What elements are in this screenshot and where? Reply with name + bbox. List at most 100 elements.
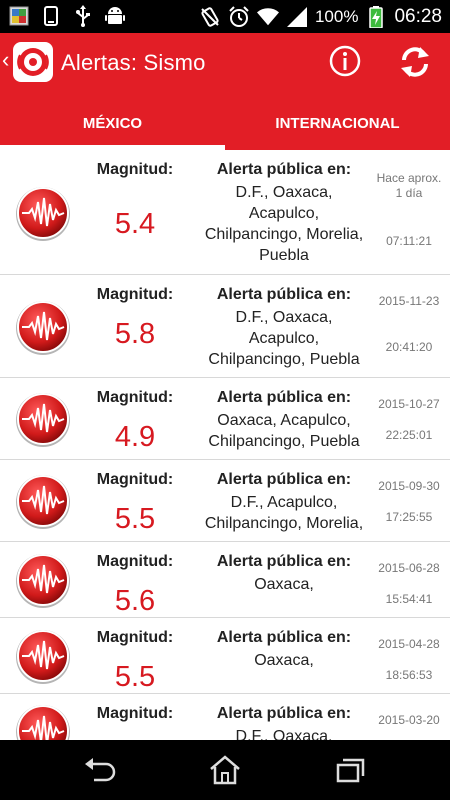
magnitude-label: Magnitud: bbox=[96, 286, 174, 303]
alert-time: 17:25:55 bbox=[385, 510, 433, 524]
alert-place-line: Chilpancingo, Puebla bbox=[208, 433, 360, 450]
alert-place-line: D.F., Oaxaca, bbox=[235, 728, 333, 740]
alert-date: 2015-09-30 bbox=[378, 479, 440, 493]
nav-back-button[interactable] bbox=[82, 754, 118, 786]
phone-icon bbox=[40, 5, 62, 27]
alert-place-line: D.F., Oaxaca, bbox=[235, 184, 333, 201]
alert-list[interactable]: Magnitud: 5.4 Alerta pública en: D.F., Oaxa… bbox=[0, 150, 450, 740]
alert-date: 2015-11-23 bbox=[378, 294, 440, 308]
nav-recents-button[interactable] bbox=[333, 754, 369, 786]
tab-bar: MÉXICO INTERNACIONAL bbox=[0, 95, 450, 150]
alert-place-line: Chilpancingo, Puebla bbox=[208, 351, 360, 368]
navigation-bar bbox=[0, 740, 450, 800]
alert-time: 20:41:20 bbox=[385, 340, 433, 354]
alert-places: Oaxaca, Acapulco, Chilpancingo, Puebla bbox=[190, 410, 378, 452]
alert-list-item[interactable]: Magnitud: 5.6 Alerta pública en: Oaxaca, 201… bbox=[0, 542, 450, 618]
seismograph-icon bbox=[14, 390, 72, 448]
alert-place-line: Chilpancingo, Morelia, bbox=[204, 515, 364, 532]
alert-label: Alerta pública en: bbox=[216, 553, 352, 570]
info-icon bbox=[329, 45, 361, 77]
app-bar: ‹ Alertas: Sismo bbox=[0, 33, 450, 95]
alert-list-item[interactable]: Magnitud: 5.5 Alerta pública en: D.F., Acap… bbox=[0, 460, 450, 542]
alert-label: Alerta pública en: bbox=[216, 471, 352, 488]
app-root: 100% 06:28 ‹ Alertas: Sismo MÉXICO INTER… bbox=[0, 0, 450, 800]
alert-places: Oaxaca, bbox=[190, 574, 378, 595]
alert-list-item[interactable]: Magnitud: 5.5 Alerta pública en: Oaxaca, 201… bbox=[0, 618, 450, 694]
refresh-icon bbox=[401, 47, 429, 77]
seismograph-icon bbox=[14, 298, 72, 356]
alert-places: D.F., Oaxaca, Acapulco, Chilpancingo, Pueb… bbox=[190, 307, 378, 370]
alert-places: D.F., Oaxaca, bbox=[190, 726, 378, 740]
alert-label: Alerta pública en: bbox=[216, 389, 352, 406]
nav-home-button[interactable] bbox=[207, 754, 243, 786]
alert-place-line: Oaxaca, bbox=[254, 652, 314, 669]
alert-places: Oaxaca, bbox=[190, 650, 378, 671]
usb-icon bbox=[72, 5, 94, 27]
signal-icon bbox=[286, 6, 308, 28]
battery-percent: 100% bbox=[314, 6, 359, 26]
app-logo-icon[interactable] bbox=[13, 42, 53, 82]
alert-place-line: Chilpancingo, Morelia, bbox=[204, 226, 364, 243]
alert-place-line: D.F., Acapulco, bbox=[230, 494, 338, 511]
alert-time: 15:54:41 bbox=[385, 592, 433, 606]
tab-mexico[interactable]: MÉXICO bbox=[0, 95, 225, 150]
magnitude-value: 5.5 bbox=[114, 503, 156, 535]
alert-place-line: Acapulco, bbox=[248, 205, 320, 222]
magnitude-label: Magnitud: bbox=[96, 471, 174, 488]
up-navigation-chevron[interactable]: ‹ bbox=[2, 49, 9, 71]
alert-date: Hace aprox. 1 día bbox=[376, 171, 442, 200]
seismograph-icon bbox=[14, 551, 72, 609]
alert-place-line: Oaxaca, bbox=[254, 576, 314, 593]
magnitude-label: Magnitud: bbox=[96, 389, 174, 406]
home-icon bbox=[210, 755, 240, 785]
magnitude-label: Magnitud: bbox=[96, 161, 174, 178]
alert-list-item[interactable]: Magnitud: 5.4 Alerta pública en: D.F., Oaxa… bbox=[0, 150, 450, 275]
battery-charging-icon bbox=[365, 5, 387, 28]
status-bar-notifications bbox=[8, 5, 126, 27]
seismograph-icon bbox=[14, 472, 72, 530]
alert-time: 22:25:01 bbox=[385, 428, 433, 442]
alert-label: Alerta pública en: bbox=[216, 161, 352, 178]
recents-icon bbox=[336, 758, 365, 783]
wifi-icon bbox=[256, 6, 279, 28]
alert-list-item[interactable]: Magnitud: Alerta pública en: D.F., Oaxaca,… bbox=[0, 694, 450, 740]
alert-place-line: D.F., Oaxaca, bbox=[235, 309, 333, 326]
alert-date: 2015-04-28 bbox=[378, 637, 440, 651]
alert-date: 2015-10-27 bbox=[378, 397, 440, 411]
alarm-icon bbox=[228, 5, 250, 28]
back-icon bbox=[85, 758, 116, 782]
alert-label: Alerta pública en: bbox=[216, 629, 352, 646]
tab-internacional[interactable]: INTERNACIONAL bbox=[225, 95, 450, 150]
magnitude-label: Magnitud: bbox=[96, 553, 174, 570]
clock: 06:28 bbox=[394, 5, 442, 27]
android-icon bbox=[104, 5, 126, 27]
magnitude-value: 5.4 bbox=[114, 208, 156, 240]
magnitude-value: 5.5 bbox=[114, 661, 156, 693]
alert-date: 2015-06-28 bbox=[378, 561, 440, 575]
alert-label: Alerta pública en: bbox=[216, 286, 352, 303]
magnitude-label: Magnitud: bbox=[96, 629, 174, 646]
alert-list-item[interactable]: Magnitud: 4.9 Alerta pública en: Oaxaca, Ac… bbox=[0, 378, 450, 460]
alert-place-line: Acapulco, bbox=[248, 330, 320, 347]
alert-label: Alerta pública en: bbox=[216, 705, 352, 722]
alert-time: 18:56:53 bbox=[385, 668, 433, 682]
status-bar: 100% 06:28 bbox=[0, 0, 450, 33]
page-title: Alertas: Sismo bbox=[61, 50, 206, 75]
alert-places: D.F., Oaxaca, Acapulco, Chilpancingo, More… bbox=[190, 182, 378, 266]
seismograph-icon bbox=[14, 702, 72, 740]
info-button[interactable] bbox=[328, 44, 362, 78]
vibrate-off-icon bbox=[199, 6, 221, 28]
alert-places: D.F., Acapulco, Chilpancingo, Morelia, bbox=[190, 492, 378, 534]
status-bar-system: 100% 06:28 bbox=[199, 0, 442, 33]
refresh-button[interactable] bbox=[396, 43, 434, 81]
alert-place-line: Puebla bbox=[259, 247, 309, 264]
magnitude-value: 4.9 bbox=[114, 421, 156, 453]
seismograph-icon bbox=[14, 184, 72, 242]
magnitude-label: Magnitud: bbox=[96, 705, 174, 722]
alert-list-item[interactable]: Magnitud: 5.8 Alerta pública en: D.F., Oaxa… bbox=[0, 275, 450, 378]
notification-image-icon bbox=[8, 5, 30, 27]
seismograph-icon bbox=[14, 627, 72, 685]
magnitude-value: 5.6 bbox=[114, 585, 156, 617]
alert-time: 07:11:21 bbox=[386, 234, 432, 248]
magnitude-value: 5.8 bbox=[114, 318, 156, 350]
